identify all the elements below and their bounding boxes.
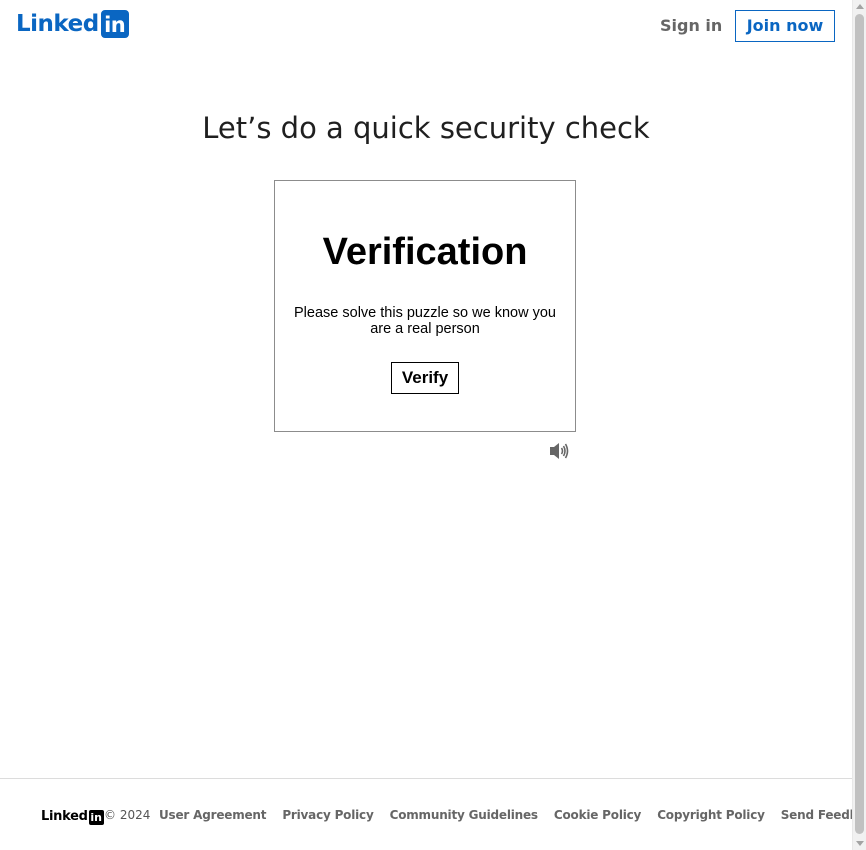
page: Linked in Sign in Join now Let’s do a qui… [0, 0, 866, 850]
scroll-down-arrow-icon[interactable] [856, 841, 864, 846]
join-now-button[interactable]: Join now [735, 10, 835, 42]
vertical-scrollbar[interactable] [852, 0, 866, 850]
scroll-up-arrow-icon[interactable] [856, 4, 864, 9]
footer-link-copyright-policy[interactable]: Copyright Policy [657, 807, 765, 823]
footer-linkedin-logo[interactable]: Linked in [41, 809, 104, 825]
speaker-icon [550, 443, 569, 459]
sign-in-link[interactable]: Sign in [648, 12, 734, 40]
footer: Linked in © 2024 User Agreement Privacy P… [0, 778, 866, 850]
audio-challenge-button[interactable] [548, 441, 570, 461]
logo-wordmark: Linked [16, 11, 99, 37]
verification-heading: Verification [322, 231, 528, 273]
verification-card: Verification Please solve this puzzle so… [274, 180, 576, 432]
scrollbar-thumb[interactable] [855, 14, 864, 834]
page-title: Let’s do a quick security check [202, 111, 650, 145]
footer-link-privacy-policy[interactable]: Privacy Policy [282, 807, 373, 823]
footer-links: User Agreement Privacy Policy Community … [159, 807, 866, 823]
footer-link-user-agreement[interactable]: User Agreement [159, 807, 267, 823]
verify-button[interactable]: Verify [391, 362, 459, 394]
linkedin-logo[interactable]: Linked in [16, 10, 129, 38]
footer-logo-in-badge: in [88, 809, 104, 825]
footer-link-community-guidelines[interactable]: Community Guidelines [390, 807, 538, 823]
logo-in-badge: in [100, 10, 129, 38]
footer-link-cookie-policy[interactable]: Cookie Policy [554, 807, 642, 823]
verification-message: Please solve this puzzle so we know you … [294, 305, 556, 337]
copyright-text: © 2024 [104, 808, 151, 822]
header: Linked in Sign in Join now [0, 0, 852, 56]
footer-logo-wordmark: Linked [41, 809, 88, 824]
